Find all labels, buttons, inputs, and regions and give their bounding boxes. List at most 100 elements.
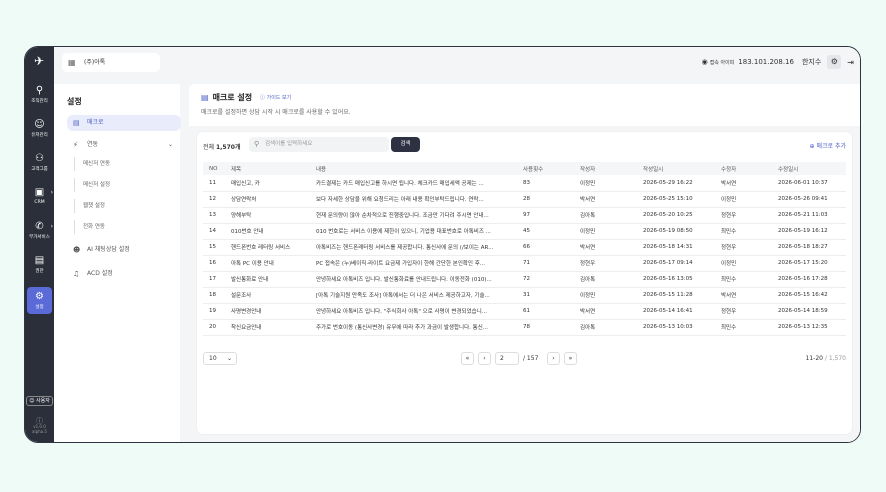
rail-item-addon[interactable]: ✆ › 부가서비스 [25, 221, 54, 240]
table-row[interactable]: 17 발신통화료 안내 안녕하세요 아톡비즈 입니다. 발신통화료를 안내드립니다.… [203, 271, 846, 288]
table-cell: 2026-05-18 18:27 [772, 239, 846, 256]
table-cell: 2026-05-13 12:35 [772, 319, 846, 336]
table-row[interactable]: 11 매입신고, 카 카드결제는 카드 매입신고를 하시면 됩니다. 체크카드 매입… [203, 175, 846, 192]
settings-sidebar: 설정 ▤ 매크로 ⚡ 연동 ⌄ 메신저 연동 메신저 설정 웹챗 설정 전화 연동 ☻… [54, 84, 181, 442]
table-cell: 카드결제는 카드 매입신고를 하시면 됩니다. 체크카드 매입세액 공제는 ..… [310, 175, 517, 192]
table-cell: 김아톡 [574, 319, 637, 336]
table-cell: 010 번호로는 서비스 이용에 제한이 있으니, 기업용 대표번호로 아톡비즈… [310, 223, 517, 240]
search-icon: ⚲ [254, 140, 260, 148]
rail-item-crm[interactable]: ▣ › CRM [25, 187, 54, 205]
table-row[interactable]: 12 상담연락처 보다 자세한 상담을 위해 요청드리는 아래 내용 확인부탁드립니… [203, 191, 846, 208]
table-cell: 14 [203, 223, 225, 240]
plus-icon: ⊕ [809, 143, 815, 150]
main-content: ▤ 매크로 설정 ⓘ 가이드 보기 매크로를 설정하면 상담 시작 시 매크로를 … [189, 84, 860, 442]
table-cell: 아톡비즈는 핸드폰레터링 서비스를 제공합니다. 통신사에 문의 (/보이는 A… [310, 239, 517, 256]
table-cell: 박서연 [574, 191, 637, 208]
last-page-button[interactable]: » [564, 352, 577, 365]
table-cell: 2026-05-21 11:03 [772, 207, 846, 224]
table-cell: 2026-05-20 10:25 [637, 207, 715, 224]
eye-icon: ◉ [701, 58, 708, 66]
rail-item-org[interactable]: ⚲ 조직관리 [25, 85, 54, 104]
table-cell: 매입신고, 카 [225, 175, 310, 192]
integration-icon: ⚡ [73, 141, 78, 149]
column-header: 수정일시 [772, 162, 846, 175]
table-cell: 2026-05-14 18:59 [772, 303, 846, 320]
table-row[interactable]: 16 아톡 PC 이용 안내 PC 접속은 (누)베이직·라이트 요금제 가입자이 … [203, 255, 846, 272]
table-cell: 김아톡 [574, 207, 637, 224]
macro-list-card: 전체 1,570개 ⚲ 검색어를 입력하세요 검색 ⊕ 매크로 추가 NO 제목 내용… [197, 132, 852, 434]
table-cell: 010번호 안내 [225, 223, 310, 240]
ip-label: 접속 아이피 [709, 59, 735, 66]
rail-item-user[interactable]: ☺ 유저관리 [25, 119, 54, 138]
table-row[interactable]: 15 핸드폰번호 레터링 서비스 아톡비즈는 핸드폰레터링 서비스를 제공합니다. … [203, 239, 846, 256]
column-header: 내용 [310, 162, 517, 175]
table-row[interactable]: 14 010번호 안내 010 번호로는 서비스 이용에 제한이 있으니, 기업용 … [203, 223, 846, 240]
table-cell: 66 [517, 239, 574, 256]
page-size-select[interactable]: 10 ⌄ [203, 352, 237, 365]
sidebar-sub-messenger-settings[interactable]: 메신저 설정 [74, 178, 110, 192]
gear-icon: ⚙ [830, 57, 838, 66]
table-cell: 아톡 PC 이용 안내 [225, 255, 310, 272]
table-cell: 2026-05-15 11:28 [637, 287, 715, 304]
rail-item-settings[interactable]: ⚙ 설정 [27, 287, 52, 314]
table-cell: 2026-06-01 10:37 [772, 175, 846, 192]
table-row[interactable]: 19 사명변경안내 안녕하세요 아톡비즈 입니다. "주식회사 아톡" 으로 사명이… [203, 303, 846, 320]
first-page-button[interactable]: « [461, 352, 474, 365]
table-cell: 71 [517, 255, 574, 272]
table-cell: 12 [203, 191, 225, 208]
search-button[interactable]: 검색 [391, 137, 420, 152]
sidebar-item-macro[interactable]: ▤ 매크로 [67, 115, 181, 131]
gear-icon: ⚙ [35, 291, 44, 302]
rail-item-group[interactable]: ⚇ 고객그룹 [25, 153, 54, 172]
page-input[interactable]: 2 [495, 352, 519, 365]
sidebar-sub-phone[interactable]: 전화 연동 [74, 220, 105, 234]
table-cell: 45 [517, 223, 574, 240]
table-cell: 주가로 번호이동 (통신사변경) 유무에 따라 추가 과금이 발생합니다. 통신… [310, 319, 517, 336]
table-cell: 20 [203, 319, 225, 336]
table-cell: 정현우 [574, 255, 637, 272]
next-page-button[interactable]: › [547, 352, 560, 365]
table-cell: 발신통화료 안내 [225, 271, 310, 288]
table-row[interactable]: 20 착신요금안내 주가로 번호이동 (통신사변경) 유무에 따라 추가 과금이 발… [203, 319, 846, 336]
lock-icon: ▤ [34, 255, 45, 266]
table-cell: 2026-05-25 15:10 [637, 191, 715, 208]
sidebar-item-integration[interactable]: ⚡ 연동 ⌄ [67, 137, 181, 153]
settings-button[interactable]: ⚙ [827, 55, 842, 69]
user-icon: ☺ [34, 119, 45, 130]
range-info: 11-20 / 1,570 [805, 355, 846, 362]
sidebar-title: 설정 [67, 97, 82, 106]
org-icon: ⚲ [35, 85, 44, 96]
user-role-badge[interactable]: ☺ 사용자 [26, 396, 53, 406]
column-header: 작성일시 [637, 162, 715, 175]
sidebar-item-ai-chat[interactable]: ☻ AI 채팅상담 설정 [67, 242, 181, 258]
table-cell: 31 [517, 287, 574, 304]
calendar-icon: ▤ [201, 93, 209, 102]
logout-icon[interactable]: ⇥ [847, 58, 854, 67]
table-row[interactable]: 13 양해부탁 현재 문의량이 많아 순차적으로 진행중입니다. 조금만 기다려 주… [203, 207, 846, 224]
table-cell: 2026-05-29 16:22 [637, 175, 715, 192]
nav-rail: ✈ ⚲ 조직관리 ☺ 유저관리 ⚇ 고객그룹 ▣ › CRM ✆ › 부가서비스 ▤ 권한 ⚙ 설… [25, 47, 54, 442]
table-cell: 사명변경안내 [225, 303, 310, 320]
company-selector[interactable]: ▦ (주)아톡 [62, 53, 160, 72]
table-cell: 정현우 [715, 207, 772, 224]
headset-icon: ♫ [73, 270, 80, 278]
total-pages: / 157 [523, 355, 539, 362]
add-macro-button[interactable]: ⊕ 매크로 추가 [810, 141, 846, 150]
table-cell: 2026-05-16 17:28 [772, 271, 846, 288]
sidebar-item-acd[interactable]: ♫ ACD 설정 [67, 266, 181, 282]
table-row[interactable]: 18 설문조사 [아톡 기술지원 만족도 조사] 아톡에서는 더 나은 서비스 제공… [203, 287, 846, 304]
table-cell: 최민수 [715, 319, 772, 336]
table-cell: 현재 문의량이 많아 순차적으로 진행중입니다. 조금만 기다려 주시면 안내.… [310, 207, 517, 224]
app-window: ✈ ⚲ 조직관리 ☺ 유저관리 ⚇ 고객그룹 ▣ › CRM ✆ › 부가서비스 ▤ 권한 ⚙ 설… [24, 46, 861, 443]
table-cell: 안녕하세요 아톡비즈 입니다. "주식회사 아톡" 으로 사명이 변경되었습니.… [310, 303, 517, 320]
prev-page-button[interactable]: ‹ [478, 352, 491, 365]
table-cell: 이정민 [715, 255, 772, 272]
guide-link[interactable]: ⓘ 가이드 보기 [260, 94, 291, 101]
search-input[interactable]: ⚲ 검색어를 입력하세요 [249, 137, 389, 152]
chevron-down-icon: ⌄ [167, 141, 173, 148]
group-icon: ⚇ [35, 153, 44, 164]
sidebar-sub-messenger-link[interactable]: 메신저 연동 [74, 157, 110, 171]
table-cell: 2026-05-19 16:12 [772, 223, 846, 240]
sidebar-sub-webchat[interactable]: 웹챗 설정 [74, 199, 105, 213]
rail-item-permission[interactable]: ▤ 권한 [25, 255, 54, 274]
